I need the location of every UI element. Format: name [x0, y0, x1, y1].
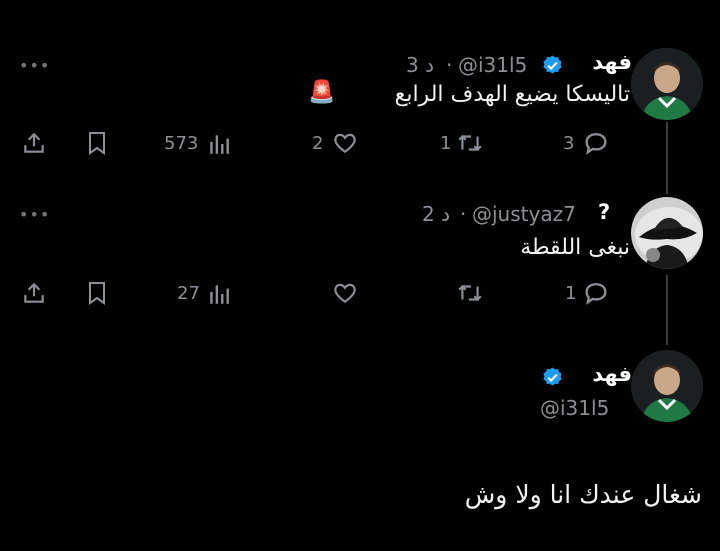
share-icon[interactable]	[21, 280, 47, 306]
thread-line-1	[666, 122, 668, 194]
verified-badge-icon	[541, 366, 564, 389]
more-options-icon[interactable]: •••	[19, 205, 50, 224]
views-count[interactable]: 27	[177, 283, 200, 304]
retweet-icon[interactable]	[455, 280, 485, 306]
avatar[interactable]	[631, 350, 703, 422]
like-icon[interactable]	[331, 280, 359, 306]
avatar[interactable]	[631, 48, 703, 120]
share-icon[interactable]	[21, 130, 47, 156]
author-name[interactable]: ?	[598, 200, 610, 224]
reply-icon[interactable]	[581, 279, 611, 307]
tweet-time[interactable]: 2 د	[422, 202, 450, 226]
author-name[interactable]: فهد	[592, 362, 632, 386]
like-icon[interactable]	[331, 130, 359, 156]
reply-icon[interactable]	[581, 129, 611, 157]
author-name[interactable]: فهد	[592, 50, 632, 74]
tweet-text: نبغى اللقطة	[520, 235, 630, 260]
avatar[interactable]	[631, 197, 703, 269]
retweets-count[interactable]: 1	[440, 133, 451, 154]
tweet-time[interactable]: 3 د	[406, 53, 434, 77]
views-count[interactable]: 573	[164, 133, 198, 154]
bookmark-icon[interactable]	[85, 280, 109, 306]
verified-badge-icon	[541, 54, 564, 77]
likes-count[interactable]: 2	[312, 133, 323, 154]
author-handle[interactable]: @i31l5	[458, 53, 527, 77]
retweet-icon[interactable]	[455, 130, 485, 156]
meta-separator: ·	[460, 202, 467, 226]
bookmark-icon[interactable]	[85, 130, 109, 156]
reply-text: شغال عندك انا ولا وش	[464, 480, 702, 509]
siren-emoji: 🚨	[308, 80, 336, 105]
replies-count[interactable]: 1	[565, 283, 576, 304]
author-handle[interactable]: @i31l5	[540, 396, 609, 420]
tweet-text: تاليسكا يضيع الهدف الرابع	[394, 82, 630, 107]
more-options-icon[interactable]: •••	[19, 56, 50, 75]
thread-line-2	[666, 275, 668, 345]
views-icon[interactable]	[207, 281, 233, 307]
views-icon[interactable]	[207, 131, 233, 157]
replies-count[interactable]: 3	[563, 133, 574, 154]
meta-separator: ·	[446, 53, 453, 77]
author-handle[interactable]: @justyaz7	[472, 202, 576, 226]
